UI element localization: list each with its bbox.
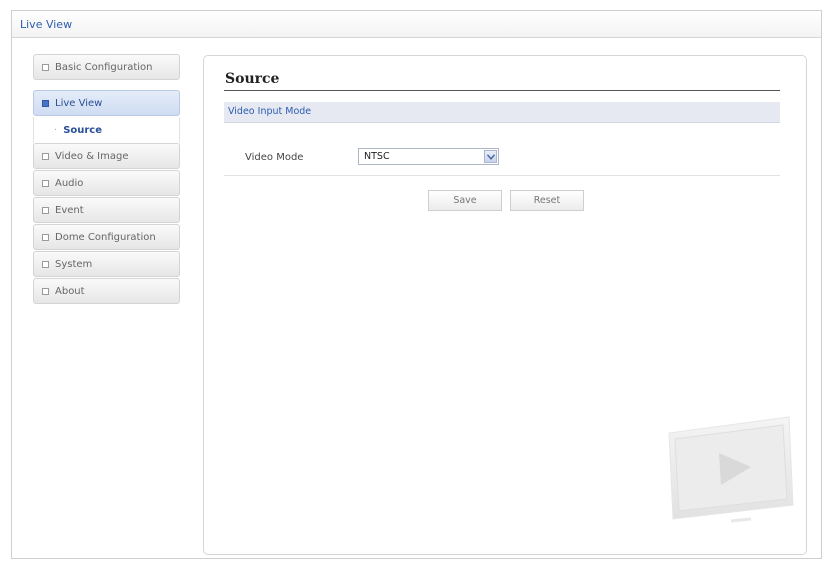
expand-icon	[42, 179, 49, 187]
title-bar: Live View	[12, 11, 821, 38]
sidebar-item-label: Dome Configuration	[55, 231, 156, 243]
video-mode-select[interactable]: NTSC	[358, 148, 499, 165]
sidebar-item-video-image[interactable]: Video & Image	[33, 143, 180, 169]
page-frame: Live View Basic Configuration Live View …	[11, 10, 822, 559]
sidebar-item-about[interactable]: About	[33, 278, 180, 304]
expand-icon	[42, 206, 49, 214]
expand-icon	[42, 152, 49, 160]
sidebar-subitem-source[interactable]: · Source	[33, 117, 180, 143]
sidebar-item-label: System	[55, 258, 93, 270]
expand-icon	[42, 63, 49, 71]
reset-button[interactable]: Reset	[510, 190, 584, 211]
sidebar-item-label: Event	[55, 204, 84, 216]
sidebar-item-audio[interactable]: Audio	[33, 170, 180, 196]
sidebar-item-label: Basic Configuration	[55, 61, 153, 73]
page-title: Source	[225, 71, 280, 87]
expand-icon	[42, 99, 49, 107]
chevron-down-icon[interactable]	[484, 150, 497, 163]
sidebar-item-basic-configuration[interactable]: Basic Configuration	[33, 54, 180, 80]
sidebar-item-dome-configuration[interactable]: Dome Configuration	[33, 224, 180, 250]
sidebar-nav: Basic Configuration Live View · Source V…	[33, 54, 180, 305]
video-mode-label: Video Mode	[245, 152, 304, 163]
save-button[interactable]: Save	[428, 190, 502, 211]
video-mode-value: NTSC	[364, 151, 390, 162]
bullet-icon: ·	[54, 124, 58, 136]
section-header: Video Input Mode	[224, 102, 780, 123]
sidebar-item-label: Audio	[55, 177, 84, 189]
window-title: Live View	[20, 18, 73, 31]
sidebar-subitem-label: Source	[63, 124, 103, 136]
sidebar-item-live-view[interactable]: Live View	[33, 90, 180, 116]
video-watermark-icon	[668, 416, 794, 523]
sidebar-item-system[interactable]: System	[33, 251, 180, 277]
content-panel: Source Video Input Mode Video Mode NTSC …	[203, 55, 807, 555]
title-divider	[224, 90, 780, 91]
section-title: Video Input Mode	[228, 106, 312, 117]
sidebar-item-label: Live View	[55, 97, 103, 109]
form-divider	[224, 175, 780, 176]
sidebar-item-label: Video & Image	[55, 150, 129, 162]
expand-icon	[42, 233, 49, 241]
expand-icon	[42, 287, 49, 295]
sidebar-item-event[interactable]: Event	[33, 197, 180, 223]
sidebar-item-label: About	[55, 285, 85, 297]
expand-icon	[42, 260, 49, 268]
